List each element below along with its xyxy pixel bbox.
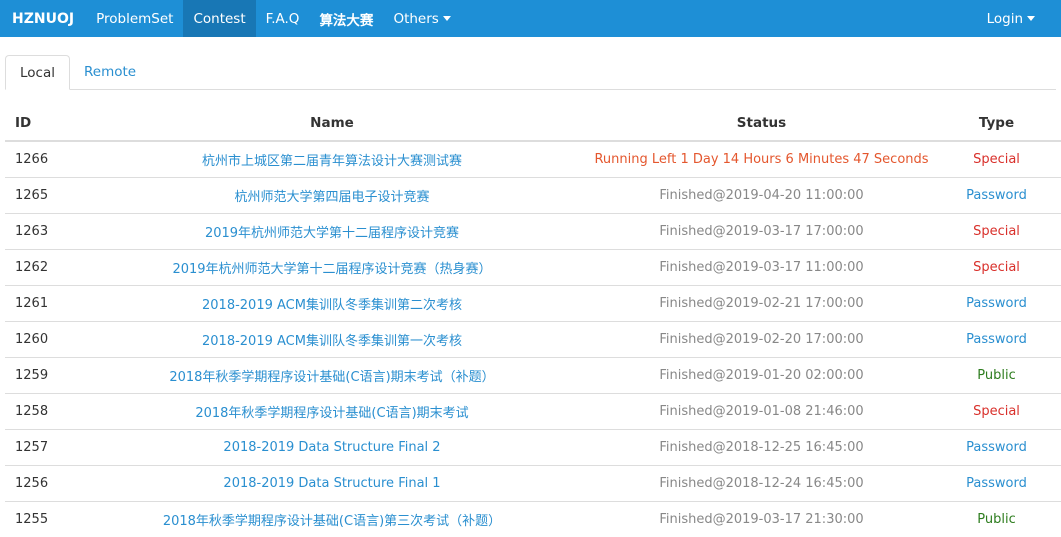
contest-source-tabs: Local Remote [5,55,1056,90]
table-row[interactable]: 12572018-2019 Data Structure Final 2Fini… [5,430,1061,466]
contest-type: Public [930,502,1061,537]
contest-type: Password [930,322,1061,358]
login-label: Login [987,11,1023,27]
contest-type: Password [930,466,1061,502]
header-type: Type [930,106,1061,141]
contest-type: Password [930,286,1061,322]
contest-id: 1255 [5,502,71,537]
top-navbar: HZNUOJ ProblemSet Contest F.A.Q 算法大赛 Oth… [0,0,1061,37]
contest-id: 1265 [5,178,71,214]
contest-status: Finished@2019-03-17 17:00:00 [593,214,930,250]
contest-name-link[interactable]: 杭州师范大学第四届电子设计竞赛 [71,178,593,214]
contest-name-link[interactable]: 2018年秋季学期程序设计基础(C语言)第三次考试（补题） [71,502,593,537]
contest-status: Finished@2018-12-24 16:45:00 [593,466,930,502]
navbar-spacer [461,0,977,37]
table-row[interactable]: 12552018年秋季学期程序设计基础(C语言)第三次考试（补题）Finishe… [5,502,1061,537]
contest-id: 1262 [5,250,71,286]
contest-type: Public [930,358,1061,394]
contest-table: ID Name Status Type 1266杭州市上城区第二届青年算法设计大… [5,106,1061,537]
nav-faq[interactable]: F.A.Q [256,0,310,37]
contest-id: 1258 [5,394,71,430]
contest-type: Special [930,214,1061,250]
contest-type: Special [930,394,1061,430]
contest-name-link[interactable]: 2018-2019 ACM集训队冬季集训第二次考核 [71,286,593,322]
contest-name-link[interactable]: 2018-2019 ACM集训队冬季集训第一次考核 [71,322,593,358]
contest-status: Finished@2018-12-25 16:45:00 [593,430,930,466]
header-id: ID [5,106,71,141]
caret-down-icon [1027,16,1035,21]
contest-type: Password [930,430,1061,466]
table-row[interactable]: 12622019年杭州师范大学第十二届程序设计竞赛（热身赛）Finished@2… [5,250,1061,286]
nav-problemset[interactable]: ProblemSet [86,0,183,37]
contest-name-link[interactable]: 2018年秋季学期程序设计基础(C语言)期末考试 [71,394,593,430]
contest-status: Finished@2019-04-20 11:00:00 [593,178,930,214]
contest-type: Password [930,178,1061,214]
table-row[interactable]: 1265杭州师范大学第四届电子设计竞赛Finished@2019-04-20 1… [5,178,1061,214]
table-row[interactable]: 12592018年秋季学期程序设计基础(C语言)期末考试（补题）Finished… [5,358,1061,394]
contest-name-link[interactable]: 2019年杭州师范大学第十二届程序设计竞赛 [71,214,593,250]
contest-id: 1266 [5,141,71,178]
contest-type: Special [930,141,1061,178]
contest-name-link[interactable]: 杭州市上城区第二届青年算法设计大赛测试赛 [71,141,593,178]
contest-status: Finished@2019-03-17 21:30:00 [593,502,930,537]
table-header-row: ID Name Status Type [5,106,1061,141]
tab-remote[interactable]: Remote [70,55,150,89]
nav-contest[interactable]: Contest [183,0,255,37]
table-row[interactable]: 12602018-2019 ACM集训队冬季集训第一次考核Finished@20… [5,322,1061,358]
table-row[interactable]: 12582018年秋季学期程序设计基础(C语言)期末考试Finished@201… [5,394,1061,430]
contest-name-link[interactable]: 2019年杭州师范大学第十二届程序设计竞赛（热身赛） [71,250,593,286]
contest-status: Running Left 1 Day 14 Hours 6 Minutes 47… [593,141,930,178]
contest-id: 1256 [5,466,71,502]
contest-name-link[interactable]: 2018-2019 Data Structure Final 2 [71,430,593,466]
table-row[interactable]: 12612018-2019 ACM集训队冬季集训第二次考核Finished@20… [5,286,1061,322]
contest-status: Finished@2019-01-08 21:46:00 [593,394,930,430]
header-status: Status [593,106,930,141]
contest-status: Finished@2019-02-20 17:00:00 [593,322,930,358]
caret-down-icon [443,16,451,21]
contest-id: 1259 [5,358,71,394]
contest-status: Finished@2019-03-17 11:00:00 [593,250,930,286]
nav-algorithm-contest[interactable]: 算法大赛 [309,0,383,37]
contest-id: 1260 [5,322,71,358]
contest-name-link[interactable]: 2018年秋季学期程序设计基础(C语言)期末考试（补题） [71,358,593,394]
header-name: Name [71,106,593,141]
contest-name-link[interactable]: 2018-2019 Data Structure Final 1 [71,466,593,502]
brand-logo[interactable]: HZNUOJ [0,0,86,37]
contest-id: 1257 [5,430,71,466]
contest-type: Special [930,250,1061,286]
table-row[interactable]: 1266杭州市上城区第二届青年算法设计大赛测试赛Running Left 1 D… [5,141,1061,178]
login-dropdown[interactable]: Login [977,0,1061,37]
contest-id: 1261 [5,286,71,322]
contest-status: Finished@2019-02-21 17:00:00 [593,286,930,322]
table-row[interactable]: 12632019年杭州师范大学第十二届程序设计竞赛Finished@2019-0… [5,214,1061,250]
nav-others-label: Others [393,11,438,27]
contest-id: 1263 [5,214,71,250]
contest-table-body: 1266杭州市上城区第二届青年算法设计大赛测试赛Running Left 1 D… [5,141,1061,537]
nav-others-dropdown[interactable]: Others [383,0,460,37]
tab-local[interactable]: Local [5,55,70,90]
contest-status: Finished@2019-01-20 02:00:00 [593,358,930,394]
table-row[interactable]: 12562018-2019 Data Structure Final 1Fini… [5,466,1061,502]
